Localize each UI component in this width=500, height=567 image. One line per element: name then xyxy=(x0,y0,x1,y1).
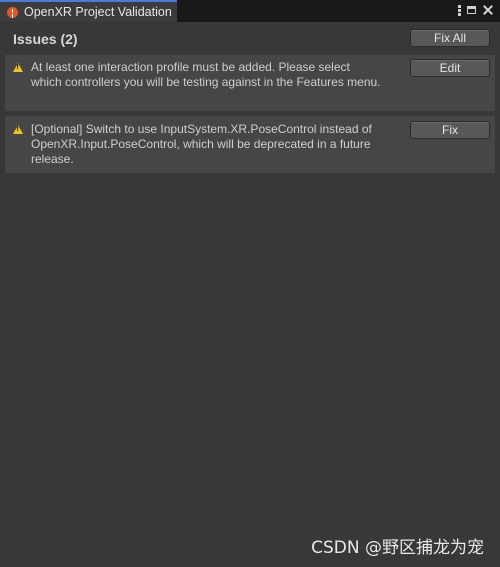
issue-message: [Optional] Switch to use InputSystem.XR.… xyxy=(31,122,372,166)
fix-all-button[interactable]: Fix All xyxy=(410,29,490,47)
edit-button[interactable]: Edit xyxy=(410,59,490,77)
warning-icon xyxy=(13,125,23,134)
issues-count-heading: Issues (2) xyxy=(13,31,78,47)
error-circle-icon xyxy=(7,6,18,18)
issue-row: [Optional] Switch to use InputSystem.XR.… xyxy=(5,116,495,173)
window-controls xyxy=(458,0,494,20)
tab-title: OpenXR Project Validation xyxy=(24,5,172,19)
window-tab-bar: OpenXR Project Validation xyxy=(0,0,500,22)
issue-message: At least one interaction profile must be… xyxy=(31,60,381,89)
issue-row: At least one interaction profile must be… xyxy=(5,55,495,111)
watermark-text: CSDN @野区捕龙为宠 xyxy=(311,538,484,558)
tab-openxr-project-validation[interactable]: OpenXR Project Validation xyxy=(0,0,177,22)
close-icon[interactable] xyxy=(482,4,494,16)
warning-icon xyxy=(13,63,23,72)
maximize-icon[interactable] xyxy=(467,6,476,14)
kebab-menu-icon[interactable] xyxy=(458,4,461,16)
fix-button[interactable]: Fix xyxy=(410,121,490,139)
